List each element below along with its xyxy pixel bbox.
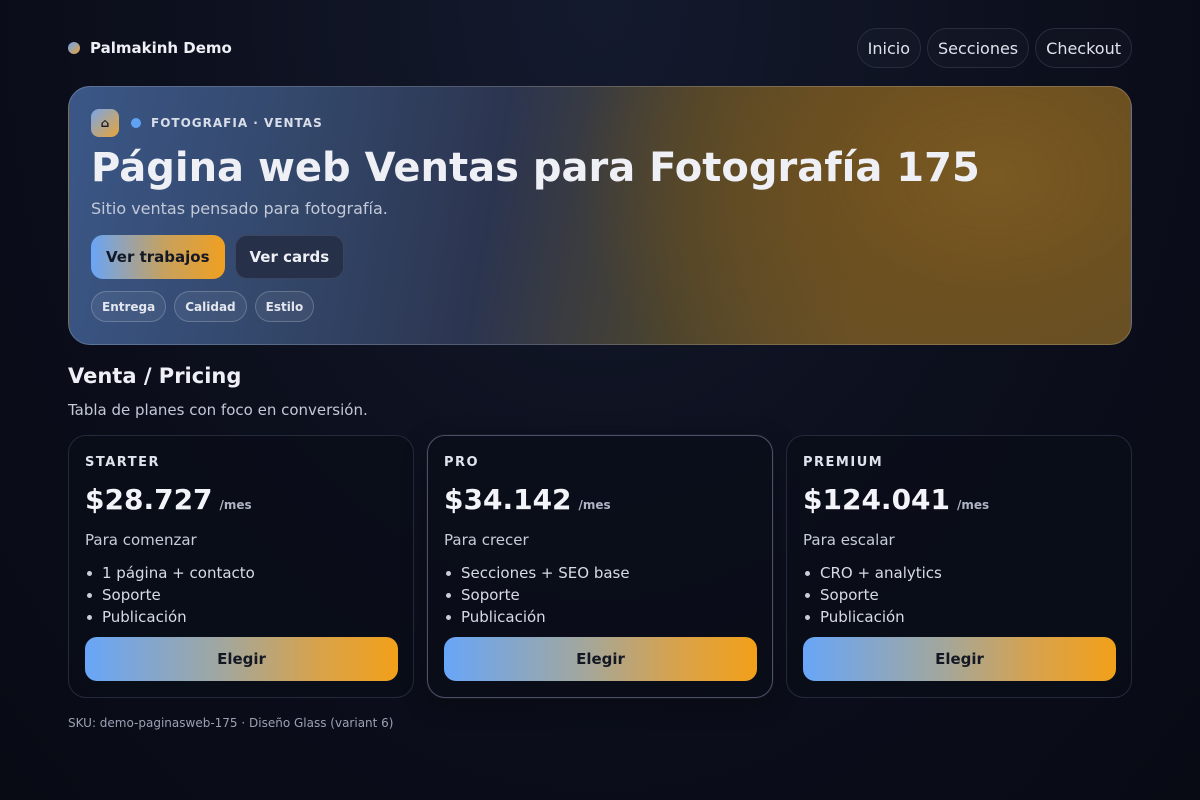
chip-calidad: Calidad (174, 291, 247, 322)
plan-price: $124.041 /mes (803, 483, 989, 516)
page-title: Página web Ventas para Fotografía 175 (91, 145, 980, 191)
bullet-icon (446, 614, 451, 620)
bullet-icon (87, 570, 92, 576)
view-cards-button[interactable]: Ver cards (234, 235, 345, 279)
chip-estilo: Estilo (254, 291, 315, 322)
nav-item-checkout[interactable]: Checkout (1035, 28, 1132, 68)
plan-name: STARTER (85, 455, 160, 470)
feature-item: Publicación (85, 606, 255, 628)
feature-item: 1 página + contacto (85, 562, 255, 584)
brand-name: Palmakinh Demo (90, 39, 232, 57)
camera-icon: ⌂ (91, 109, 119, 137)
top-bar: Palmakinh Demo Inicio Secciones Checkout (68, 28, 1132, 68)
nav-item-inicio[interactable]: Inicio (856, 28, 921, 68)
bullet-icon (87, 592, 92, 598)
feature-label: CRO + analytics (820, 564, 942, 582)
feature-item: Soporte (444, 584, 630, 606)
plan-price: $28.727 /mes (85, 483, 252, 516)
brand[interactable]: Palmakinh Demo (68, 39, 232, 57)
hero-actions: Ver trabajos Ver cards (91, 235, 345, 279)
choose-pro-button[interactable]: Elegir (444, 637, 757, 681)
choose-starter-button[interactable]: Elegir (85, 637, 398, 681)
hero-card: ⌂ FOTOGRAFIA · VENTAS Página web Ventas … (68, 86, 1132, 345)
bullet-icon (805, 592, 810, 598)
hero-chips: Entrega Calidad Estilo (91, 291, 315, 322)
hero-kicker-row: ⌂ FOTOGRAFIA · VENTAS (91, 109, 323, 137)
plan-card-starter: STARTER $28.727 /mes Para comenzar 1 pág… (68, 435, 414, 698)
footer-sku: SKU: demo-paginasweb-175 · Diseño Glass … (68, 716, 394, 730)
feature-label: 1 página + contacto (102, 564, 255, 582)
plan-price: $34.142 /mes (444, 483, 611, 516)
status-dot-icon (131, 118, 141, 128)
feature-label: Publicación (102, 608, 187, 626)
feature-item: Publicación (444, 606, 630, 628)
plan-features: CRO + analytics Soporte Publicación (803, 562, 942, 628)
plan-name: PREMIUM (803, 455, 884, 470)
brand-logo-icon (68, 42, 80, 54)
plan-tagline: Para comenzar (85, 531, 197, 549)
feature-label: Secciones + SEO base (461, 564, 630, 582)
plan-card-premium: PREMIUM $124.041 /mes Para escalar CRO +… (786, 435, 1132, 698)
hero-subtitle: Sitio ventas pensado para fotografía. (91, 199, 388, 218)
feature-item: Publicación (803, 606, 942, 628)
bullet-icon (805, 614, 810, 620)
bullet-icon (446, 592, 451, 598)
plan-tagline: Para escalar (803, 531, 895, 549)
hero-kicker: FOTOGRAFIA · VENTAS (151, 116, 323, 130)
pricing-plans: STARTER $28.727 /mes Para comenzar 1 pág… (68, 435, 1132, 698)
nav-item-secciones[interactable]: Secciones (926, 28, 1030, 68)
plan-tagline: Para crecer (444, 531, 529, 549)
section-title: Venta / Pricing (68, 364, 242, 388)
feature-item: Secciones + SEO base (444, 562, 630, 584)
price-period: /mes (957, 498, 990, 512)
plan-features: 1 página + contacto Soporte Publicación (85, 562, 255, 628)
chip-entrega: Entrega (91, 291, 167, 322)
section-subtitle: Tabla de planes con foco en conversión. (68, 401, 368, 419)
feature-item: CRO + analytics (803, 562, 942, 584)
bullet-icon (87, 614, 92, 620)
price-period: /mes (578, 498, 611, 512)
plan-name: PRO (444, 455, 480, 470)
price-amount: $34.142 (444, 483, 572, 516)
view-work-button[interactable]: Ver trabajos (91, 235, 225, 279)
feature-item: Soporte (803, 584, 942, 606)
price-amount: $124.041 (803, 483, 951, 516)
feature-label: Soporte (820, 586, 879, 604)
price-period: /mes (219, 498, 252, 512)
main-nav: Inicio Secciones Checkout (856, 28, 1132, 68)
feature-label: Publicación (820, 608, 905, 626)
feature-item: Soporte (85, 584, 255, 606)
plan-features: Secciones + SEO base Soporte Publicación (444, 562, 630, 628)
feature-label: Publicación (461, 608, 546, 626)
plan-card-pro: PRO $34.142 /mes Para crecer Secciones +… (427, 435, 773, 698)
bullet-icon (446, 570, 451, 576)
price-amount: $28.727 (85, 483, 213, 516)
bullet-icon (805, 570, 810, 576)
choose-premium-button[interactable]: Elegir (803, 637, 1116, 681)
feature-label: Soporte (461, 586, 520, 604)
feature-label: Soporte (102, 586, 161, 604)
